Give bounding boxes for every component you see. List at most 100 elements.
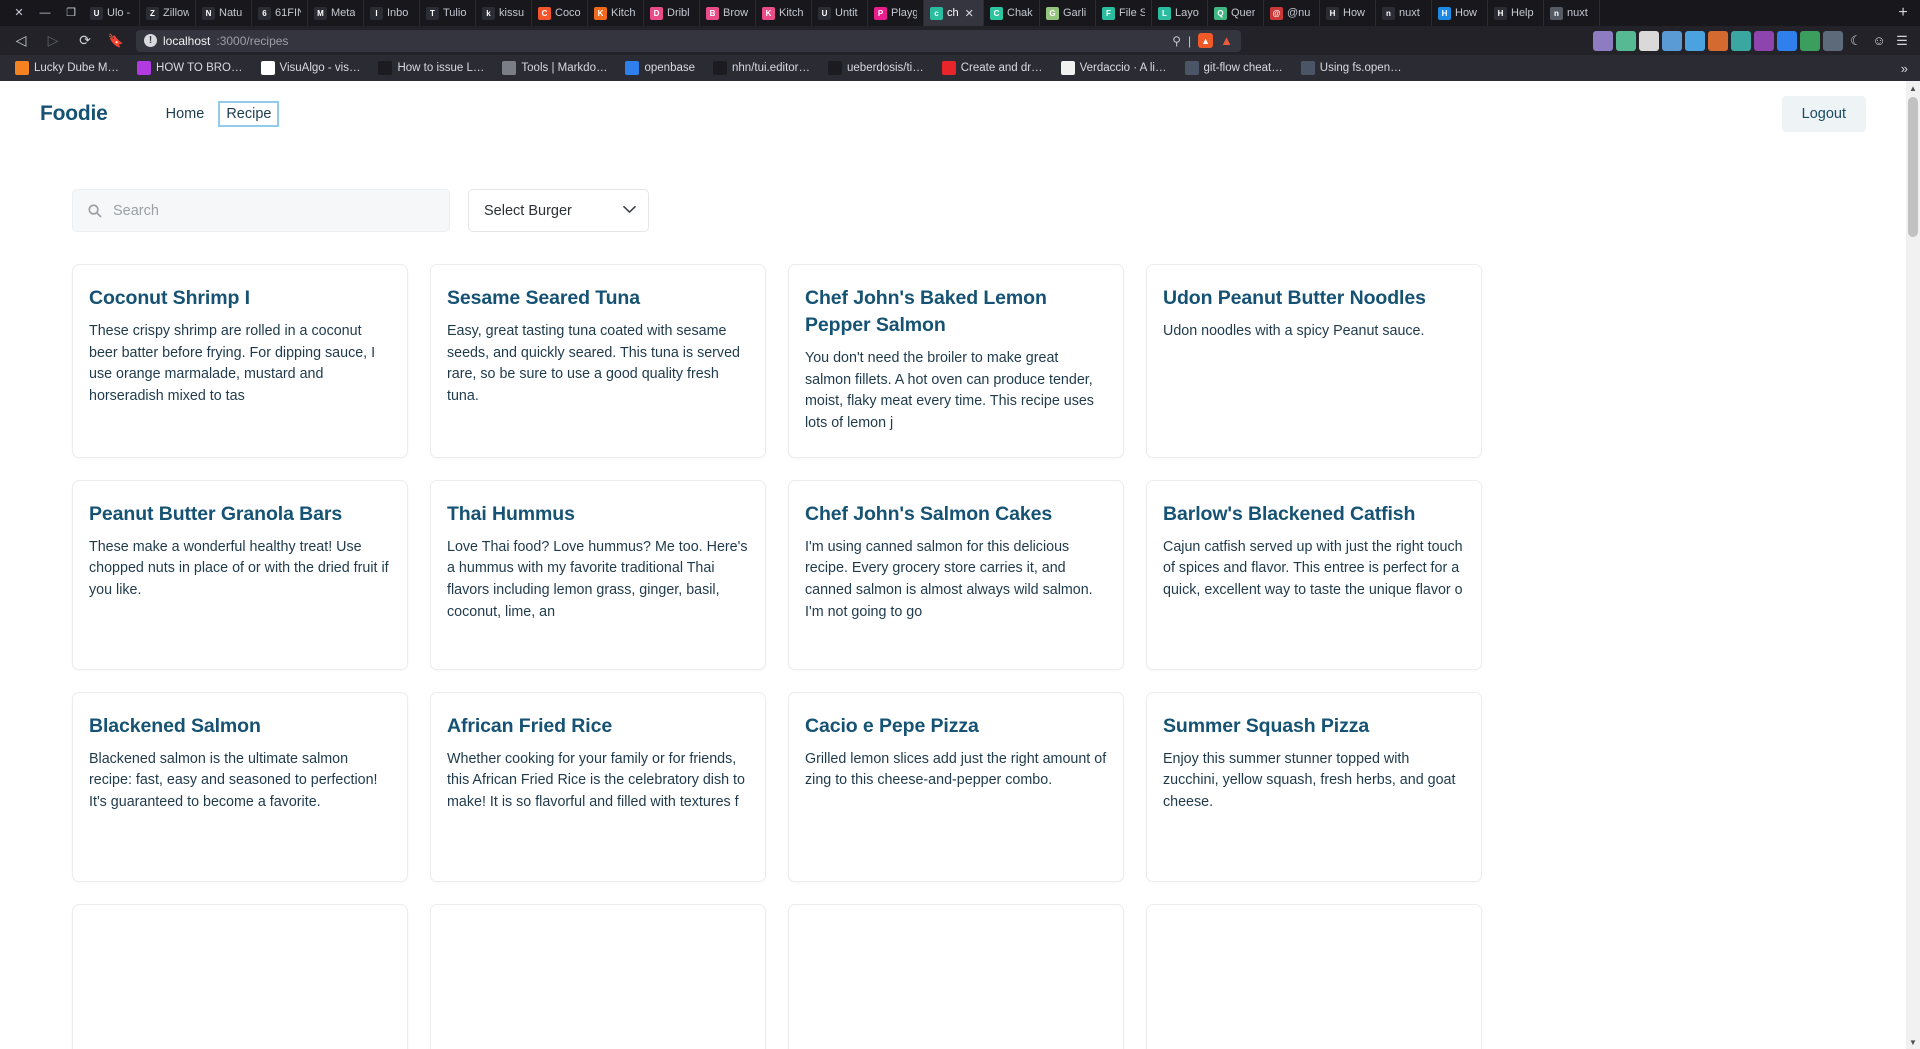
vercel-triangle-icon: F [1102,6,1115,20]
bookmark-item[interactable]: nhn/tui.editor… [704,55,819,81]
back-button[interactable]: ◁ [8,29,34,53]
recipe-card[interactable] [1146,903,1482,1049]
browser-tab[interactable]: k kissu [476,0,532,26]
browser-tab[interactable]: U Untit [812,0,868,26]
recipe-card[interactable]: Coconut Shrimp I These crispy shrimp are … [72,264,408,458]
recipe-card[interactable]: Thai Hummus Love Thai food? Love hummus? … [430,479,766,670]
address-bar-area: 🔖 ! localhost:3000/recipes ⚲ | ▲ ▲ [104,29,1587,52]
browser-tab[interactable]: 6 61FIN [252,0,308,26]
browser-tab[interactable]: M Meta [308,0,364,26]
browser-tab[interactable]: L Layo [1152,0,1208,26]
browser-tab[interactable]: @ @nu [1264,0,1320,26]
scrollbar-thumb[interactable] [1908,97,1918,237]
nav-link-home[interactable]: Home [160,103,211,125]
bookmark-item[interactable]: openbase [616,55,704,81]
close-tab-icon[interactable]: ✕ [965,7,974,20]
browser-tab[interactable]: F File S [1096,0,1152,26]
browser-tab[interactable]: K Kitch [756,0,812,26]
hamburger-menu-icon[interactable]: ☰ [1892,31,1912,51]
bookmark-item[interactable]: HOW TO BRO… [128,55,251,81]
new-tab-button[interactable]: + [1886,0,1920,26]
extension-icon[interactable] [1616,30,1636,51]
extension-icon[interactable] [1777,30,1797,51]
close-window-icon[interactable]: ✕ [6,0,32,26]
browser-tab[interactable]: D Dribl [644,0,700,26]
bookmark-item[interactable]: Verdaccio · A li… [1052,55,1176,81]
recipe-card[interactable]: Summer Squash Pizza Enjoy this summer stu… [1146,691,1482,882]
search-input[interactable] [113,202,435,219]
browser-tab[interactable]: H Help [1488,0,1544,26]
tab-label: nuxt [1399,7,1420,19]
logout-button[interactable]: Logout [1781,96,1866,132]
extension-icon[interactable] [1800,30,1820,51]
restore-window-icon[interactable]: ❐ [58,0,84,26]
recipe-card[interactable] [430,903,766,1049]
browser-tab[interactable]: K Kitch [588,0,644,26]
site-info-icon[interactable]: ! [144,34,157,47]
extension-icon[interactable] [1708,30,1728,51]
recipe-card[interactable] [72,903,408,1049]
bookmark-item[interactable]: VisuAlgo - vis… [252,55,370,81]
bookmark-item[interactable]: Lucky Dube M… [6,55,128,81]
recipe-card[interactable]: Chef John's Baked Lemon Pepper Salmon You… [788,264,1124,458]
extension-icon[interactable] [1731,30,1751,51]
tab-label: Ulo - [107,7,131,19]
zoom-search-icon[interactable]: ⚲ [1172,34,1181,48]
recipe-card[interactable]: Udon Peanut Butter Noodles Udon noodles w… [1146,264,1482,458]
page-scrollbar[interactable]: ▲ ▼ [1906,81,1920,1049]
bookmarks-overflow-button[interactable]: » [1901,61,1914,76]
bookmark-item[interactable]: Using fs.open… [1292,55,1411,81]
nav-link-recipe[interactable]: Recipe [218,101,280,127]
forward-button[interactable]: ▷ [40,29,66,53]
recipe-card[interactable]: Cacio e Pepe Pizza Grilled lemon slices a… [788,691,1124,882]
recipe-card[interactable]: African Fried Rice Whether cooking for yo… [430,691,766,882]
bookmark-item[interactable]: How to issue L… [369,55,493,81]
browser-tab[interactable]: c ch ✕ [924,0,984,26]
reload-button[interactable]: ⟳ [72,29,98,53]
extension-icon[interactable] [1639,30,1659,51]
browser-tab[interactable]: C Chak [984,0,1040,26]
extension-icon[interactable] [1593,30,1613,51]
burger-select[interactable]: Select Burger [468,189,649,232]
moon-icon[interactable]: ☾ [1846,31,1866,51]
browser-tab[interactable]: n nuxt [1544,0,1600,26]
brave-shields-icon[interactable]: ▲ [1198,33,1214,48]
browser-tab[interactable]: N Natu [196,0,252,26]
recipe-card[interactable]: Sesame Seared Tuna Easy, great tasting tu… [430,264,766,458]
browser-tab[interactable]: H How [1432,0,1488,26]
browser-tab[interactable]: C Coco [532,0,588,26]
scroll-up-arrow[interactable]: ▲ [1906,81,1920,95]
brave-lion-icon[interactable]: ▲ [1220,33,1233,48]
browser-tab[interactable]: Z Zillow [140,0,196,26]
bookmark-icon[interactable]: 🔖 [104,33,128,49]
browser-tab[interactable]: T Tulio [420,0,476,26]
extension-icon[interactable] [1823,30,1843,51]
browser-tab[interactable]: G Garli [1040,0,1096,26]
scroll-down-arrow[interactable]: ▼ [1906,1035,1920,1049]
recipe-card[interactable]: Chef John's Salmon Cakes I'm using canned… [788,479,1124,670]
profile-icon[interactable]: ☺ [1869,31,1889,51]
extension-icon[interactable] [1662,30,1682,51]
browser-tab[interactable]: Q Quer [1208,0,1264,26]
bookmark-item[interactable]: ueberdosis/ti… [819,55,933,81]
browser-tab[interactable]: U Ulo - [84,0,140,26]
extension-icon[interactable] [1754,30,1774,51]
recipe-card[interactable]: Peanut Butter Granola Bars These make a w… [72,479,408,670]
browser-tab[interactable]: I Inbo [364,0,420,26]
bookmark-item[interactable]: Tools | Markdo… [493,55,616,81]
minimize-window-icon[interactable]: — [32,0,58,26]
search-box[interactable] [72,189,450,232]
browser-tab[interactable]: P Playg [868,0,924,26]
browser-tab[interactable]: B Brow [700,0,756,26]
address-bar[interactable]: ! localhost:3000/recipes ⚲ | ▲ ▲ [136,29,1241,52]
bookmark-item[interactable]: git-flow cheat… [1176,55,1292,81]
browser-tab[interactable]: H How [1320,0,1376,26]
brand-logo[interactable]: Foodie [40,102,108,126]
browser-tab[interactable]: n nuxt [1376,0,1432,26]
recipe-card[interactable] [788,903,1124,1049]
recipe-card[interactable]: Blackened Salmon Blackened salmon is the … [72,691,408,882]
bookmark-item[interactable]: Create and dr… [933,55,1052,81]
recipe-description: Udon noodles with a spicy Peanut sauce. [1163,322,1425,339]
recipe-card[interactable]: Barlow's Blackened Catfish Cajun catfish … [1146,479,1482,670]
extension-icon[interactable] [1685,30,1705,51]
